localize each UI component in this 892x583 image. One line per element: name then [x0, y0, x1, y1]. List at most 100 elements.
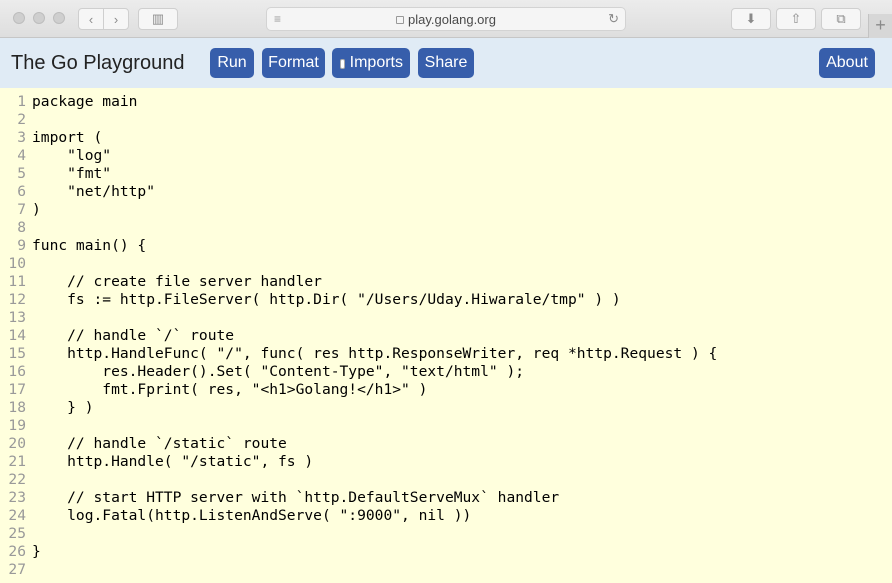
run-button[interactable]: Run [210, 48, 254, 78]
code-text[interactable]: log.Fatal(http.ListenAndServe( ":9000", … [32, 507, 471, 525]
code-line[interactable]: 13 [0, 309, 892, 327]
code-line[interactable]: 14 // handle `/` route [0, 327, 892, 345]
line-number: 1 [17, 93, 26, 110]
new-tab-button[interactable]: + [868, 14, 892, 38]
code-text[interactable]: fmt.Fprint( res, "<h1>Golang!</h1>" ) [32, 381, 427, 399]
code-text[interactable]: // handle `/` route [32, 327, 234, 345]
downloads-button[interactable]: ⬇ [731, 8, 771, 30]
line-number: 11 [8, 273, 26, 290]
sidebar-icon: ▥ [151, 11, 165, 26]
code-line[interactable]: 20 // handle `/static` route [0, 435, 892, 453]
line-number: 17 [8, 381, 26, 398]
code-line[interactable]: 23 // start HTTP server with `http.Defau… [0, 489, 892, 507]
code-line[interactable]: 25 [0, 525, 892, 543]
download-icon: ⬇ [745, 11, 757, 26]
forward-button[interactable]: › [103, 8, 129, 30]
zoom-window-icon[interactable] [53, 12, 65, 24]
code-line[interactable]: 12 fs := http.FileServer( http.Dir( "/Us… [0, 291, 892, 309]
close-window-icon[interactable] [13, 12, 25, 24]
code-text[interactable]: package main [32, 93, 137, 111]
page-title: The Go Playground [11, 52, 185, 74]
code-line[interactable]: 1 package main [0, 93, 892, 111]
share-button[interactable]: Share [418, 48, 474, 78]
format-button[interactable]: Format [262, 48, 325, 78]
line-number: 7 [17, 201, 26, 218]
url-text: play.golang.org [408, 12, 496, 27]
line-number: 14 [8, 327, 26, 344]
address-bar[interactable]: ≡ play.golang.org ↻ [266, 7, 626, 31]
code-text[interactable]: import ( [32, 129, 102, 147]
line-number: 18 [8, 399, 26, 416]
line-number: 12 [8, 291, 26, 308]
code-line[interactable]: 19 [0, 417, 892, 435]
line-number: 26 [8, 543, 26, 560]
code-text[interactable]: "log" [32, 147, 111, 165]
line-number: 15 [8, 345, 26, 362]
code-line[interactable]: 24 log.Fatal(http.ListenAndServe( ":9000… [0, 507, 892, 525]
code-line[interactable]: 11 // create file server handler [0, 273, 892, 291]
code-text[interactable]: http.HandleFunc( "/", func( res http.Res… [32, 345, 717, 363]
code-line[interactable]: 16 res.Header().Set( "Content-Type", "te… [0, 363, 892, 381]
line-number: 21 [8, 453, 26, 470]
code-line[interactable]: 2 [0, 111, 892, 129]
imports-button[interactable]: Imports [332, 48, 410, 78]
code-text[interactable]: "net/http" [32, 183, 155, 201]
chevron-left-icon: ‹ [88, 11, 94, 27]
code-text[interactable]: } [32, 543, 41, 561]
code-line[interactable]: 18 } ) [0, 399, 892, 417]
code-text[interactable]: // handle `/static` route [32, 435, 287, 453]
code-line[interactable]: 5 "fmt" [0, 165, 892, 183]
line-number: 25 [8, 525, 26, 542]
line-number: 3 [17, 129, 26, 146]
code-line[interactable]: 9 func main() { [0, 237, 892, 255]
code-line[interactable]: 10 [0, 255, 892, 273]
line-number: 2 [17, 111, 26, 128]
code-line[interactable]: 17 fmt.Fprint( res, "<h1>Golang!</h1>" ) [0, 381, 892, 399]
code-text[interactable]: fs := http.FileServer( http.Dir( "/Users… [32, 291, 621, 309]
code-line[interactable]: 4 "log" [0, 147, 892, 165]
line-number: 4 [17, 147, 26, 164]
code-text[interactable]: http.Handle( "/static", fs ) [32, 453, 313, 471]
share-icon: ⇧ [790, 11, 802, 26]
line-number: 19 [8, 417, 26, 434]
imports-checkbox[interactable] [340, 59, 345, 69]
line-number: 24 [8, 507, 26, 524]
code-line[interactable]: 8 [0, 219, 892, 237]
code-line[interactable]: 21 http.Handle( "/static", fs ) [0, 453, 892, 471]
share-sheet-button[interactable]: ⇧ [776, 8, 816, 30]
line-number: 20 [8, 435, 26, 452]
line-number: 13 [8, 309, 26, 326]
back-button[interactable]: ‹ [78, 8, 104, 30]
minimize-window-icon[interactable] [33, 12, 45, 24]
code-text[interactable]: ) [32, 201, 41, 219]
lock-icon [396, 16, 405, 24]
line-number: 27 [8, 561, 26, 578]
imports-label: Imports [349, 54, 403, 71]
code-text[interactable]: "fmt" [32, 165, 111, 183]
code-line[interactable]: 22 [0, 471, 892, 489]
code-line[interactable]: 3 import ( [0, 129, 892, 147]
code-text[interactable]: // create file server handler [32, 273, 322, 291]
line-number: 22 [8, 471, 26, 488]
code-text[interactable]: // start HTTP server with `http.DefaultS… [32, 489, 559, 507]
code-text[interactable]: func main() { [32, 237, 146, 255]
chevron-right-icon: › [113, 11, 119, 27]
code-line[interactable]: 6 "net/http" [0, 183, 892, 201]
about-button[interactable]: About [819, 48, 875, 78]
code-line[interactable]: 27 [0, 561, 892, 579]
tab-overview-button[interactable]: ⧉ [821, 8, 861, 30]
playground-header: The Go Playground Run Format Imports Sha… [0, 38, 892, 88]
line-number: 23 [8, 489, 26, 506]
line-number: 6 [17, 183, 26, 200]
code-line[interactable]: 7) [0, 201, 892, 219]
code-line[interactable]: 15 http.HandleFunc( "/", func( res http.… [0, 345, 892, 363]
line-number: 16 [8, 363, 26, 380]
code-text[interactable]: res.Header().Set( "Content-Type", "text/… [32, 363, 524, 381]
plus-icon: + [875, 15, 886, 35]
sidebar-button[interactable]: ▥ [138, 8, 178, 30]
reload-icon[interactable]: ↻ [608, 11, 619, 27]
code-editor[interactable]: 1 package main 2 3 import (4 "log" 5 "fmt" 6 "… [0, 88, 892, 583]
code-line[interactable]: 26} [0, 543, 892, 561]
code-text[interactable]: } ) [32, 399, 93, 417]
tabs-icon: ⧉ [836, 11, 846, 26]
